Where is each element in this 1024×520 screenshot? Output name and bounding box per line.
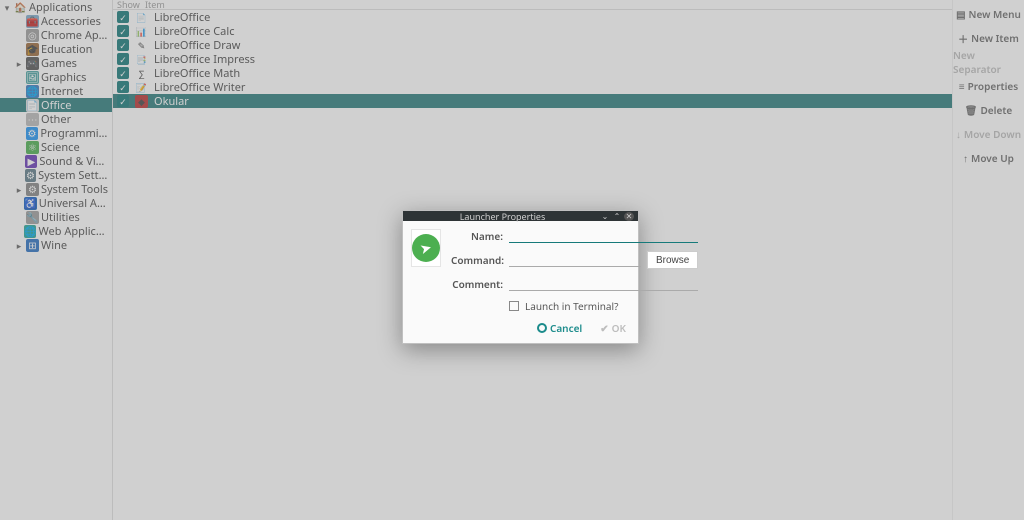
dialog-title: Launcher Properties (407, 210, 598, 223)
cancel-button[interactable]: Cancel (537, 321, 582, 335)
rocket-icon: ➤ (418, 237, 434, 258)
launcher-icon-button[interactable]: ➤ (411, 229, 441, 267)
comment-input[interactable] (509, 277, 698, 291)
dialog-titlebar[interactable]: Launcher Properties ⌄ ⌃ ✕ (403, 211, 638, 221)
comment-label: Comment: (451, 277, 503, 291)
browse-button[interactable]: Browse (647, 251, 698, 269)
command-input[interactable] (509, 253, 641, 267)
command-label: Command: (451, 253, 503, 267)
cancel-label: Cancel (550, 321, 582, 335)
ok-button[interactable]: ✔ OK (600, 321, 626, 335)
name-input[interactable] (509, 229, 698, 243)
ok-label: OK (612, 321, 626, 335)
name-label: Name: (451, 229, 503, 243)
close-icon[interactable]: ✕ (624, 212, 634, 221)
launcher-properties-dialog: Launcher Properties ⌄ ⌃ ✕ ➤ Name: Comman… (402, 210, 639, 344)
cancel-icon (537, 323, 547, 333)
check-icon: ✔ (600, 321, 608, 335)
maximize-icon[interactable]: ⌃ (612, 212, 622, 221)
minimize-icon[interactable]: ⌄ (600, 212, 610, 221)
terminal-label: Launch in Terminal? (525, 299, 618, 313)
terminal-checkbox[interactable] (509, 301, 519, 311)
